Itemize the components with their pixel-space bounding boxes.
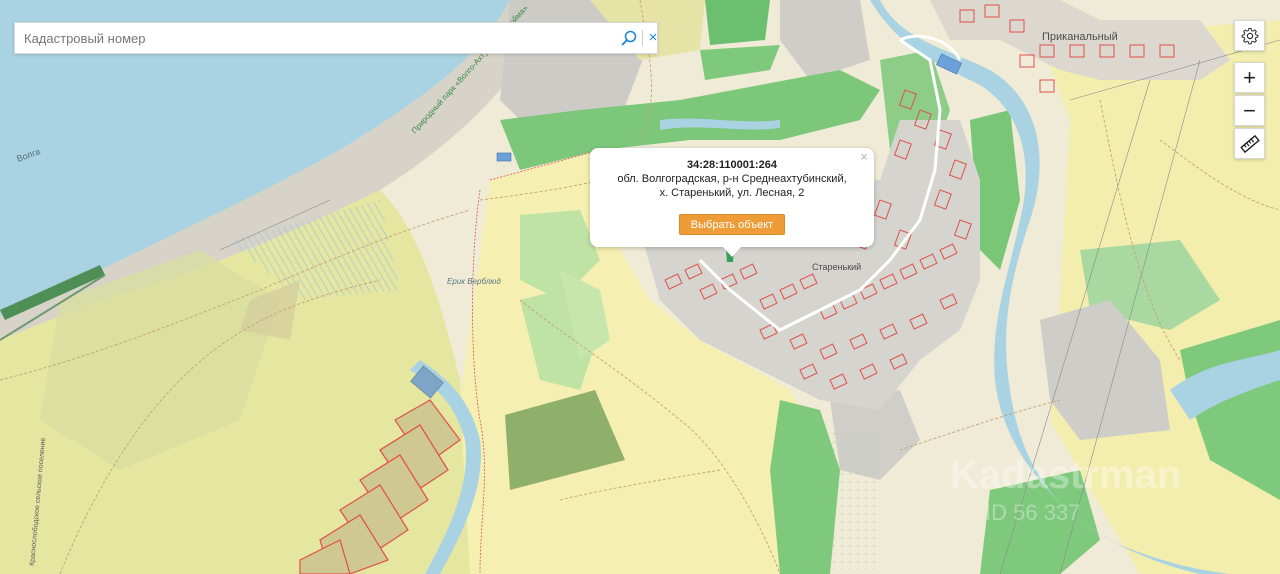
parcel-popup: × 34:28:110001:264 обл. Волгоградская, р…: [590, 148, 874, 257]
zoom-in-button[interactable]: +: [1234, 62, 1265, 93]
search-divider: [642, 30, 643, 46]
select-object-button[interactable]: Выбрать объект: [679, 214, 785, 235]
clear-search-icon[interactable]: ×: [646, 28, 660, 48]
map-canvas[interactable]: Приканальный Старенький Волга Природный …: [0, 0, 1280, 574]
watermark-text: Kadastrman: [950, 453, 1181, 497]
search-icon[interactable]: [620, 29, 638, 47]
ruler-icon: [1239, 134, 1260, 153]
gear-icon: [1241, 27, 1258, 44]
zoom-out-button[interactable]: −: [1234, 95, 1265, 126]
minus-icon: −: [1243, 97, 1256, 123]
label-staren-kiy: Старенький: [812, 262, 861, 272]
popup-cadastral-number: 34:28:110001:264: [687, 159, 777, 171]
search-bar: ×: [14, 22, 658, 54]
search-input[interactable]: [15, 23, 615, 53]
plus-icon: +: [1243, 64, 1256, 90]
settings-button[interactable]: [1234, 20, 1265, 51]
ruler-button[interactable]: [1234, 128, 1265, 159]
watermark-id: ID 56 337: [985, 500, 1080, 525]
popup-address: обл. Волгоградская, р-н Среднеахтубински…: [617, 173, 847, 199]
label-lake: Ерик Верблюд: [447, 277, 501, 286]
label-prikanalny: Приканальный: [1042, 31, 1118, 43]
